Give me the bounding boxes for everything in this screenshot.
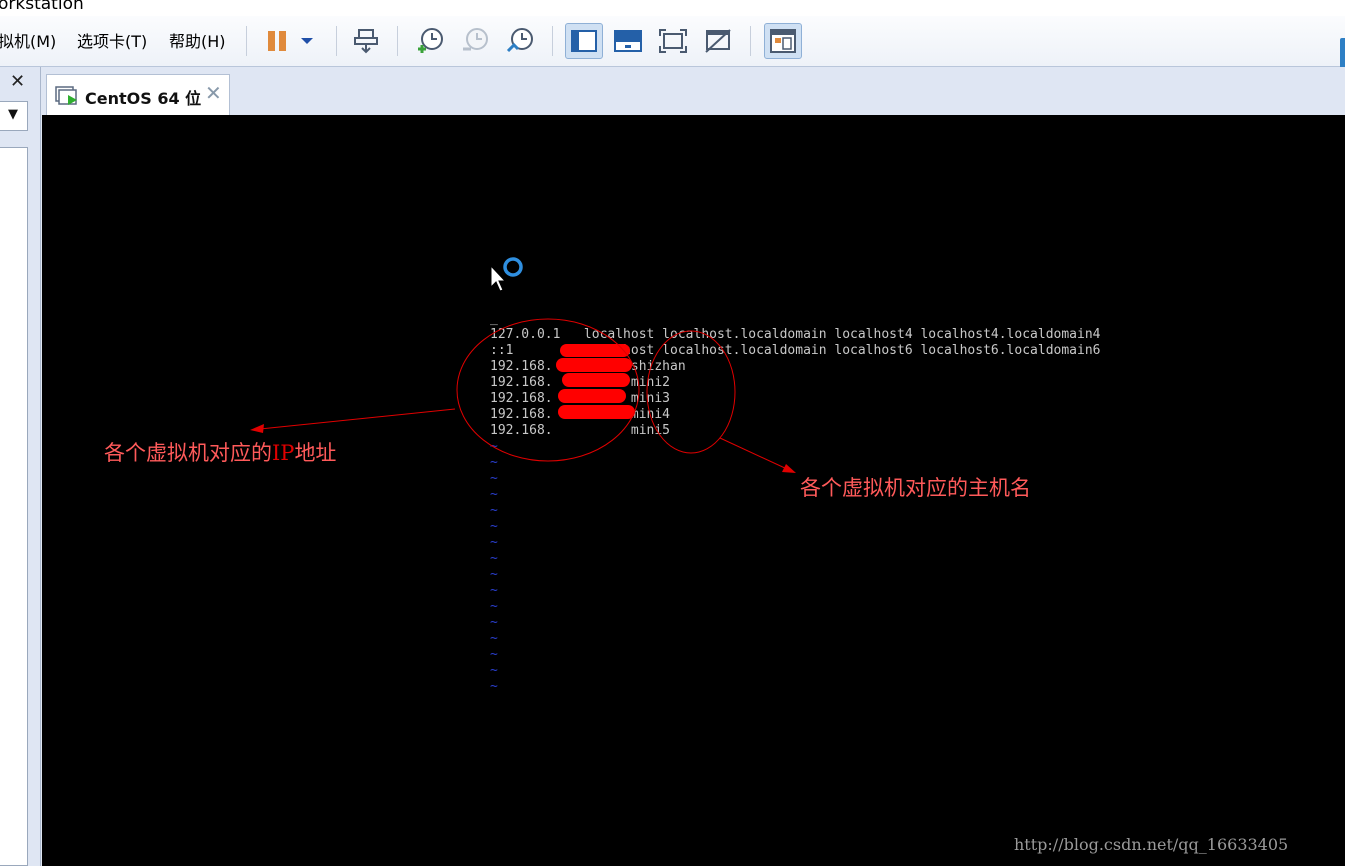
toolbar-separator [336, 26, 337, 56]
send-ctrl-alt-del-icon [354, 29, 378, 54]
toolbar-separator [750, 26, 751, 56]
vm-running-icon [55, 86, 77, 105]
pause-button[interactable] [260, 24, 294, 58]
window-title-bar: orkstation [0, 0, 1345, 16]
fit-guest-button[interactable] [656, 24, 690, 58]
vm-console[interactable]: _ 127.0.0.1 localhost localhost.localdom… [42, 115, 1345, 866]
ip-arrow-head [250, 424, 264, 433]
revert-snapshot-icon [463, 28, 488, 51]
library-filter-dropdown[interactable]: ▼ [0, 101, 28, 131]
dropdown-arrow-icon [301, 38, 313, 44]
close-library-icon[interactable]: ✕ [10, 71, 25, 92]
fullscreen-bar-icon [614, 30, 642, 52]
snapshot-icon [418, 28, 443, 53]
menu-toolbar: 拟机(M) 选项卡(T) 帮助(H) [0, 16, 1345, 74]
tab-close-icon[interactable]: ✕ [205, 81, 222, 105]
snapshot-manager-icon [506, 28, 533, 53]
thumbnail-bar-button[interactable] [764, 23, 802, 59]
toolbar-separator [552, 26, 553, 56]
toolbar-separator [246, 26, 247, 56]
pause-icon [268, 31, 286, 51]
tab-centos[interactable]: CentOS 64 位 ✕ [46, 74, 230, 115]
window-title: orkstation [0, 0, 84, 14]
menu-tabs[interactable]: 选项卡(T) [77, 28, 147, 52]
unity-icon [705, 29, 731, 53]
console-view-button[interactable] [565, 23, 603, 59]
ip-arrow-line [259, 408, 456, 430]
watermark: http://blog.csdn.net/qq_16633405 [1014, 835, 1289, 854]
vm-tab-strip: CentOS 64 位 ✕ [42, 67, 1345, 115]
hostname-arrow-line [719, 437, 788, 470]
library-panel: ✕ ▼ [0, 67, 41, 866]
revert-snapshot-button[interactable] [458, 24, 492, 58]
snapshot-manager-button[interactable] [503, 24, 537, 58]
menu-help[interactable]: 帮助(H) [169, 28, 226, 52]
fit-guest-icon [659, 29, 687, 53]
send-ctrl-alt-del-button[interactable] [349, 24, 383, 58]
show-bar-fullscreen-button[interactable] [611, 24, 645, 58]
unity-button[interactable] [701, 24, 735, 58]
annotation-overlay [250, 318, 796, 473]
power-dropdown-button[interactable] [292, 24, 322, 58]
hostname-circle [646, 330, 736, 454]
tab-label: CentOS 64 位 [85, 89, 202, 108]
take-snapshot-button[interactable] [413, 24, 447, 58]
thumbnail-icon [770, 29, 796, 53]
toolbar-separator [397, 26, 398, 56]
hostname-arrow-head [782, 464, 796, 473]
ip-circle [456, 318, 640, 462]
console-view-icon [571, 30, 597, 52]
ip-annotation: 各个虚拟机对应的IP地址 [104, 441, 337, 465]
chevron-down-icon: ▼ [8, 107, 18, 122]
hostname-annotation: 各个虚拟机对应的主机名 [800, 476, 1031, 500]
menu-vm[interactable]: 拟机(M) [0, 28, 56, 52]
library-tree[interactable] [0, 147, 28, 866]
